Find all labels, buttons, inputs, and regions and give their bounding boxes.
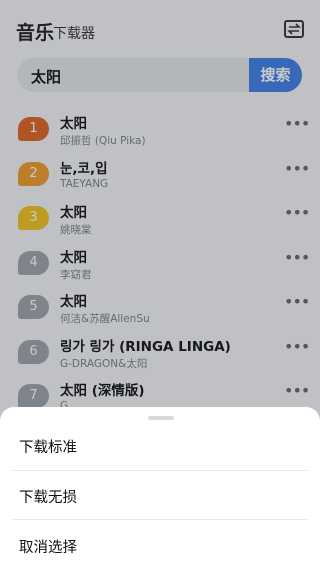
sheet-handle[interactable] bbox=[148, 416, 174, 420]
download-standard-option[interactable]: 下载标准 bbox=[19, 436, 77, 457]
divider bbox=[12, 519, 308, 520]
download-lossless-option[interactable]: 下载无损 bbox=[19, 486, 77, 507]
cancel-selection-option[interactable]: 取消选择 bbox=[19, 536, 77, 557]
download-action-sheet: 下载标准 下载无损 取消选择 bbox=[0, 407, 320, 569]
divider bbox=[12, 470, 308, 471]
